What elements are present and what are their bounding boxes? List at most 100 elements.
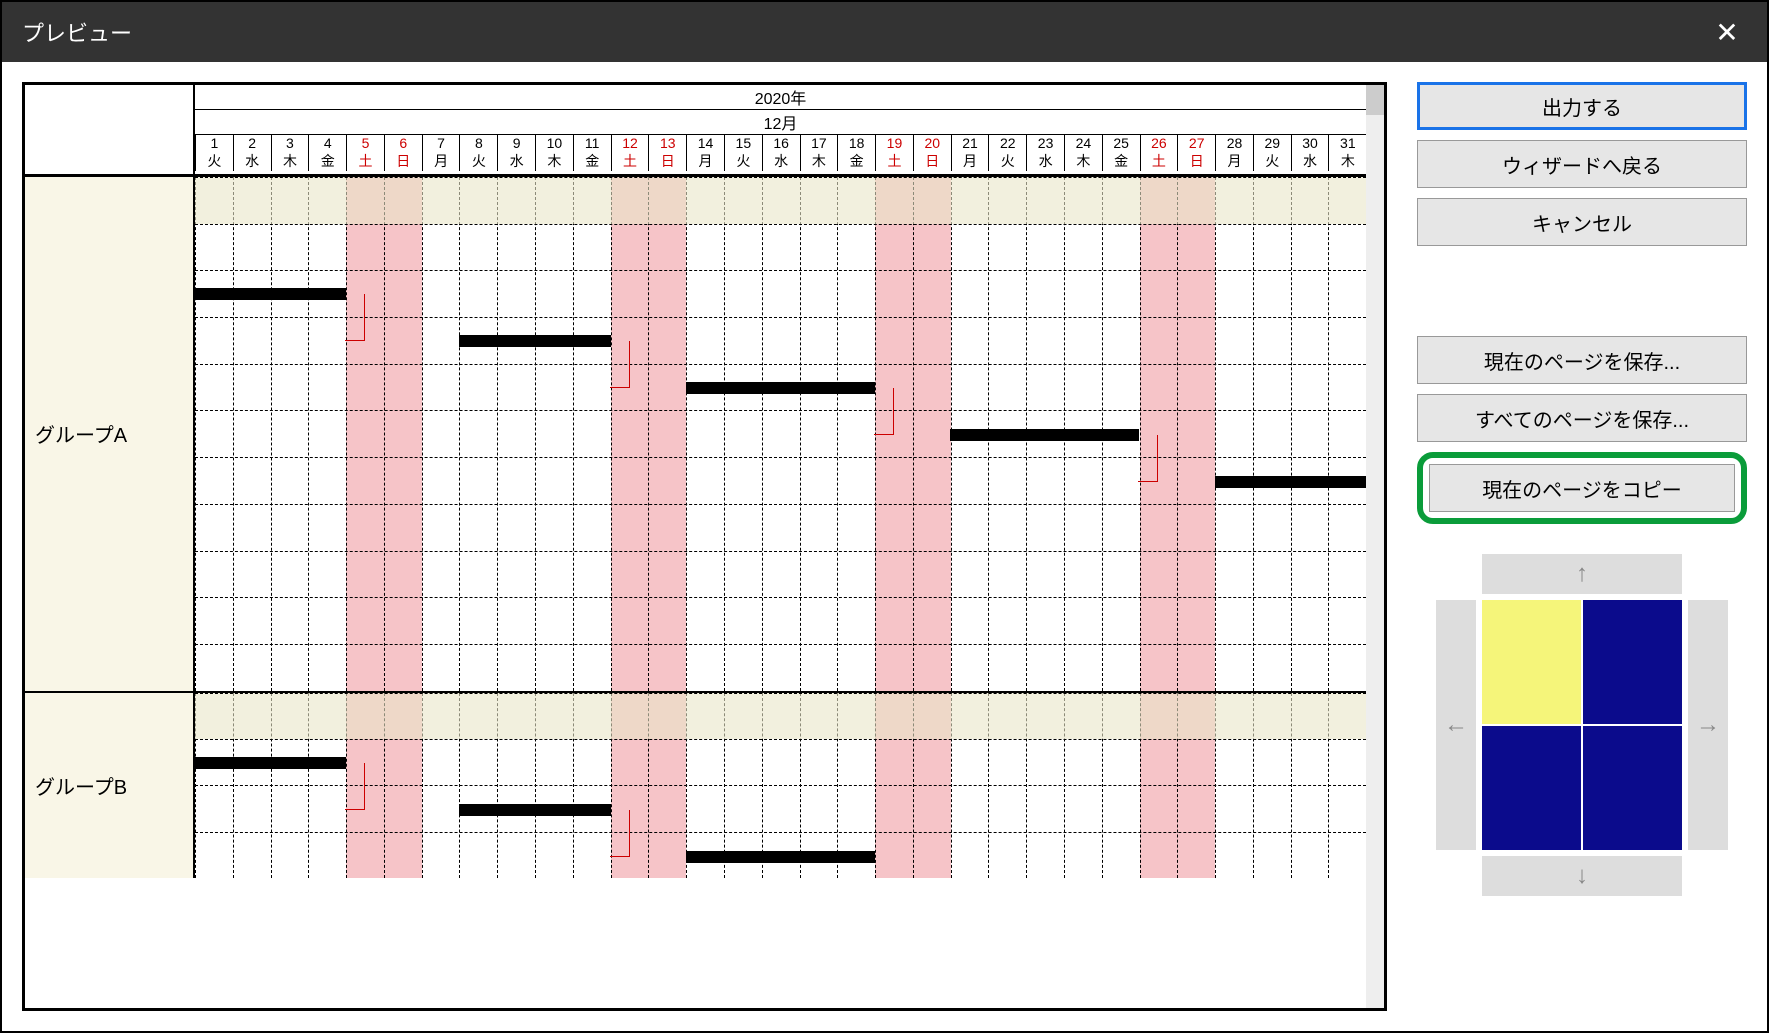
- dependency-link: [345, 763, 365, 810]
- day-of-week-cell: 木: [271, 151, 309, 171]
- group: グループA: [25, 175, 1366, 691]
- arrow-down-icon: ↓: [1576, 862, 1588, 890]
- day-number-cell: 25: [1102, 135, 1140, 151]
- gantt-bar[interactable]: [950, 429, 1139, 441]
- day-number-cell: 10: [535, 135, 573, 151]
- day-number-cell: 28: [1215, 135, 1253, 151]
- gantt-bar[interactable]: [686, 851, 875, 863]
- gantt-bar[interactable]: [1215, 476, 1366, 488]
- day-of-week-cell: 火: [459, 151, 497, 171]
- day-number-cell: 27: [1177, 135, 1215, 151]
- day-of-week-cell: 月: [1215, 151, 1253, 171]
- nav-down-button[interactable]: ↓: [1482, 856, 1682, 896]
- calendar-year: 2020年: [195, 85, 1366, 110]
- vertical-scrollbar[interactable]: [1366, 85, 1384, 1008]
- day-of-week-cell: 土: [611, 151, 649, 171]
- day-of-week-cell: 木: [535, 151, 573, 171]
- day-of-week-cell: 水: [497, 151, 535, 171]
- day-number-cell: 23: [1026, 135, 1064, 151]
- day-of-week-cell: 月: [951, 151, 989, 171]
- day-of-week-cell: 火: [1253, 151, 1291, 171]
- day-number-cell: 1: [195, 135, 233, 151]
- day-of-week-cell: 日: [913, 151, 951, 171]
- day-number-cell: 29: [1253, 135, 1291, 151]
- page-thumbnail[interactable]: [1482, 726, 1581, 850]
- day-of-week-cell: 土: [1140, 151, 1178, 171]
- day-of-week-cell: 月: [422, 151, 460, 171]
- group-label: グループA: [25, 177, 195, 691]
- page-thumbnail-grid: [1482, 600, 1682, 850]
- label-column-header: [25, 85, 195, 174]
- day-number-cell: 4: [308, 135, 346, 151]
- gantt-bar[interactable]: [195, 757, 346, 769]
- back-to-wizard-button[interactable]: ウィザードへ戻る: [1417, 140, 1747, 188]
- day-number-row: 1234567891011121314151617181920212223242…: [195, 135, 1366, 151]
- preview-window: プレビュー ✕ 2020年 12月 1234567891011121314151…: [0, 0, 1769, 1033]
- day-number-cell: 15: [724, 135, 762, 151]
- day-number-cell: 19: [875, 135, 913, 151]
- day-of-week-cell: 日: [384, 151, 422, 171]
- day-of-week-cell: 金: [308, 151, 346, 171]
- day-of-week-cell: 水: [762, 151, 800, 171]
- gantt-bar[interactable]: [459, 804, 610, 816]
- page-thumbnail[interactable]: [1583, 726, 1682, 850]
- day-number-cell: 16: [762, 135, 800, 151]
- content: 2020年 12月 123456789101112131415161718192…: [2, 62, 1767, 1031]
- save-all-pages-button[interactable]: すべてのページを保存...: [1417, 394, 1747, 442]
- day-of-week-cell: 月: [686, 151, 724, 171]
- calendar-month: 12月: [195, 110, 1366, 135]
- day-of-week-cell: 土: [875, 151, 913, 171]
- nav-up-button[interactable]: ↑: [1482, 554, 1682, 594]
- preview-pane: 2020年 12月 123456789101112131415161718192…: [22, 82, 1387, 1011]
- arrow-right-icon: →: [1696, 711, 1720, 739]
- calendar-header: 2020年 12月 123456789101112131415161718192…: [25, 85, 1366, 175]
- dependency-link: [610, 810, 630, 857]
- cancel-button[interactable]: キャンセル: [1417, 198, 1747, 246]
- arrow-up-icon: ↑: [1576, 560, 1588, 588]
- gantt-bar[interactable]: [459, 335, 610, 347]
- gantt-bar[interactable]: [195, 288, 346, 300]
- day-number-cell: 6: [384, 135, 422, 151]
- close-icon[interactable]: ✕: [1707, 12, 1747, 52]
- day-number-cell: 8: [459, 135, 497, 151]
- day-number-cell: 26: [1140, 135, 1178, 151]
- page-thumbnail[interactable]: [1482, 600, 1581, 724]
- day-number-cell: 22: [988, 135, 1026, 151]
- group: グループB: [25, 691, 1366, 878]
- day-number-cell: 12: [611, 135, 649, 151]
- day-of-week-cell: 木: [1064, 151, 1102, 171]
- day-number-cell: 18: [837, 135, 875, 151]
- day-number-cell: 7: [422, 135, 460, 151]
- day-of-week-cell: 水: [233, 151, 271, 171]
- gantt-body: グループAグループB: [25, 175, 1366, 1008]
- window-title: プレビュー: [22, 16, 1707, 48]
- dependency-link: [1138, 435, 1158, 482]
- day-of-week-cell: 土: [346, 151, 384, 171]
- output-button[interactable]: 出力する: [1417, 82, 1747, 130]
- day-of-week-row: 火水木金土日月火水木金土日月火水木金土日月火水木金土日月火水木: [195, 151, 1366, 171]
- dependency-link: [345, 294, 365, 341]
- day-of-week-cell: 火: [195, 151, 233, 171]
- page-thumbnail[interactable]: [1583, 600, 1682, 724]
- side-panel: 出力する ウィザードへ戻る キャンセル 現在のページを保存... すべてのページ…: [1417, 82, 1747, 1011]
- day-number-cell: 9: [497, 135, 535, 151]
- day-number-cell: 3: [271, 135, 309, 151]
- day-of-week-cell: 水: [1291, 151, 1329, 171]
- day-of-week-cell: 金: [1102, 151, 1140, 171]
- save-current-page-button[interactable]: 現在のページを保存...: [1417, 336, 1747, 384]
- dependency-link: [874, 388, 894, 435]
- gantt-bar[interactable]: [686, 382, 875, 394]
- day-number-cell: 30: [1291, 135, 1329, 151]
- day-of-week-cell: 火: [988, 151, 1026, 171]
- dependency-link: [610, 341, 630, 388]
- nav-left-button[interactable]: ←: [1436, 600, 1476, 850]
- group-label: グループB: [25, 693, 195, 878]
- day-of-week-cell: 日: [648, 151, 686, 171]
- copy-current-page-button[interactable]: 現在のページをコピー: [1429, 464, 1735, 512]
- arrow-left-icon: ←: [1444, 711, 1468, 739]
- nav-right-button[interactable]: →: [1688, 600, 1728, 850]
- day-number-cell: 17: [800, 135, 838, 151]
- day-of-week-cell: 金: [837, 151, 875, 171]
- titlebar: プレビュー ✕: [2, 2, 1767, 62]
- day-number-cell: 5: [346, 135, 384, 151]
